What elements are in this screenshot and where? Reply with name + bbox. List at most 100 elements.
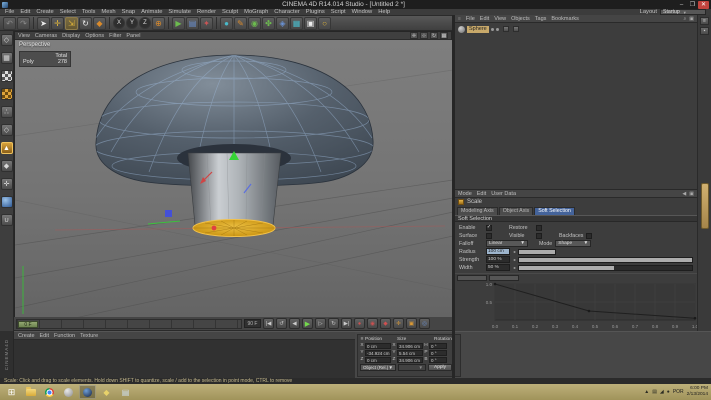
scale-tool-icon[interactable]: ⇲ bbox=[65, 17, 78, 30]
phong-tag-icon[interactable] bbox=[513, 26, 519, 32]
chrome-button[interactable] bbox=[41, 385, 58, 399]
vp-menu-display[interactable]: Display bbox=[62, 33, 80, 39]
network-icon[interactable]: ◢ bbox=[660, 389, 664, 395]
rot-b-field[interactable]: 0 ° bbox=[429, 357, 447, 363]
gizmo-origin-dot[interactable] bbox=[212, 226, 217, 231]
vp-menu-cameras[interactable]: Cameras bbox=[35, 33, 57, 39]
keyframe-selection-button[interactable]: ◆ bbox=[380, 318, 391, 329]
maximize-button[interactable]: ❐ bbox=[687, 1, 698, 9]
3d-scene[interactable] bbox=[15, 40, 453, 318]
redo-icon[interactable]: ↷ bbox=[17, 17, 30, 30]
snap-icon[interactable]: ∪ bbox=[1, 214, 13, 226]
render-picture-viewer-icon[interactable]: ▤ bbox=[186, 17, 199, 30]
vp-menu-panel[interactable]: Panel bbox=[126, 33, 140, 39]
menu-select[interactable]: Select bbox=[60, 9, 76, 15]
lock-y-axis-icon[interactable]: Y bbox=[126, 17, 138, 29]
section-title[interactable]: Soft Selection bbox=[455, 215, 697, 222]
coord-secondary-dropdown[interactable]: ▼ bbox=[398, 364, 426, 371]
undo-icon[interactable]: ↶ bbox=[3, 17, 16, 30]
language-indicator[interactable]: POR bbox=[673, 389, 684, 395]
toggle-views-icon[interactable]: ▦ bbox=[440, 32, 448, 39]
pos-x-field[interactable]: 0 cm bbox=[365, 343, 391, 349]
falloff-dropdown[interactable]: Linear▼ bbox=[486, 240, 528, 247]
menu-sculpt[interactable]: Sculpt bbox=[222, 9, 238, 15]
falloff-option-dropdown[interactable] bbox=[489, 275, 519, 281]
edit-render-settings-icon[interactable]: ✦ bbox=[200, 17, 213, 30]
pos-y-field[interactable]: -34.924 cm bbox=[365, 350, 391, 356]
am-menu-mode[interactable]: Mode bbox=[458, 191, 472, 197]
size-x-field[interactable]: 34.906 cm bbox=[397, 343, 423, 349]
mat-menu-create[interactable]: Create bbox=[18, 333, 35, 339]
om-menu-edit[interactable]: Edit bbox=[480, 16, 489, 22]
filter-icon[interactable]: ▣ bbox=[689, 16, 694, 22]
loop-button[interactable]: ↻ bbox=[328, 318, 339, 329]
workplane-mode-icon[interactable] bbox=[1, 88, 13, 100]
visibility-dot[interactable] bbox=[491, 28, 494, 31]
lock-z-axis-icon[interactable]: Z bbox=[139, 17, 151, 29]
move-tool-icon[interactable]: ✛ bbox=[51, 17, 64, 30]
panel-scrollbar[interactable] bbox=[701, 183, 709, 229]
rotate-tool-icon[interactable]: ↻ bbox=[79, 17, 92, 30]
surface-checkbox[interactable] bbox=[486, 233, 492, 239]
timeline-end-frame[interactable]: 90 F bbox=[244, 319, 261, 328]
menu-window[interactable]: Window bbox=[352, 9, 373, 15]
texture-mode-icon[interactable] bbox=[1, 70, 13, 82]
rot-h-field[interactable]: 0 ° bbox=[429, 343, 447, 349]
next-frame-button[interactable]: ▷ bbox=[315, 318, 326, 329]
menu-create[interactable]: Create bbox=[36, 9, 53, 15]
action-center-icon[interactable]: ▤ bbox=[652, 389, 657, 395]
viewport-panel[interactable]: View Cameras Display Options Filter Pane… bbox=[14, 31, 452, 317]
enable-axis-icon[interactable]: ✛ bbox=[1, 178, 13, 190]
om-menu-bookmarks[interactable]: Bookmarks bbox=[551, 16, 579, 22]
back-arrow-icon[interactable]: ◀ bbox=[682, 191, 686, 197]
last-tool-icon[interactable]: ◆ bbox=[93, 17, 106, 30]
viewport-solo-icon[interactable] bbox=[1, 196, 13, 208]
size-y-field[interactable]: 5.54 cm bbox=[397, 350, 423, 356]
play-reverse-button[interactable]: ↺ bbox=[276, 318, 287, 329]
enable-checkbox[interactable] bbox=[486, 225, 492, 231]
vp-menu-view[interactable]: View bbox=[18, 33, 30, 39]
mode-dropdown[interactable]: Shape▼ bbox=[555, 240, 591, 247]
add-light-icon[interactable]: ○ bbox=[318, 17, 331, 30]
mat-menu-edit[interactable]: Edit bbox=[40, 333, 49, 339]
file-explorer-button[interactable] bbox=[22, 385, 39, 399]
start-button[interactable]: ⊞ bbox=[3, 385, 20, 399]
menu-file[interactable]: File bbox=[5, 9, 14, 15]
record-active-objects-button[interactable]: ● bbox=[354, 318, 365, 329]
radius-slider[interactable] bbox=[518, 249, 556, 255]
mushroom-stem[interactable] bbox=[188, 153, 281, 225]
camera-label[interactable]: Perspective bbox=[19, 42, 50, 48]
rot-p-field[interactable]: 0 ° bbox=[429, 350, 447, 356]
spinner-icon[interactable]: ◂▸ bbox=[513, 257, 515, 262]
spinner-icon[interactable]: ◂▸ bbox=[513, 249, 515, 254]
model-mode-icon[interactable]: ▦ bbox=[1, 52, 13, 64]
menu-mesh[interactable]: Mesh bbox=[101, 9, 115, 15]
om-menu-objects[interactable]: Objects bbox=[511, 16, 530, 22]
goto-end-button[interactable]: ▶| bbox=[341, 318, 352, 329]
render-view-icon[interactable]: ▶ bbox=[172, 17, 185, 30]
vp-menu-options[interactable]: Options bbox=[85, 33, 104, 39]
volume-icon[interactable]: ● bbox=[667, 389, 670, 395]
menu-render[interactable]: Render bbox=[197, 9, 216, 15]
record-position-button[interactable]: ✛ bbox=[393, 318, 404, 329]
add-primitive-icon[interactable]: ● bbox=[220, 17, 233, 30]
strength-slider[interactable] bbox=[518, 257, 693, 263]
tab-modeling-axis[interactable]: Modeling Axis bbox=[457, 207, 498, 215]
points-mode-icon[interactable]: ∴ bbox=[1, 106, 13, 118]
pos-z-field[interactable]: 0 cm bbox=[365, 357, 391, 363]
size-z-field[interactable]: 34.906 cm bbox=[397, 357, 423, 363]
menu-character[interactable]: Character bbox=[274, 9, 299, 15]
menu-plugins[interactable]: Plugins bbox=[306, 9, 325, 15]
autokeying-button[interactable]: ◉ bbox=[367, 318, 378, 329]
strength-field[interactable]: 100 % bbox=[486, 256, 510, 263]
taskbar-clock[interactable]: 6:00 PM 2/13/2014 bbox=[687, 386, 708, 397]
width-field[interactable]: 50 % bbox=[486, 264, 510, 271]
radius-field[interactable]: 100 cm bbox=[486, 248, 510, 255]
object-manager-list[interactable]: Sphere bbox=[455, 23, 697, 190]
am-menu-userdata[interactable]: User Data bbox=[491, 191, 516, 197]
edges-mode-icon[interactable]: ◇ bbox=[1, 124, 13, 136]
am-menu-edit[interactable]: Edit bbox=[477, 191, 486, 197]
record-rotation-button[interactable]: ◎ bbox=[419, 318, 430, 329]
spinner-icon[interactable]: ◂▸ bbox=[513, 265, 515, 270]
gizmo-plane-handle[interactable] bbox=[165, 210, 172, 217]
